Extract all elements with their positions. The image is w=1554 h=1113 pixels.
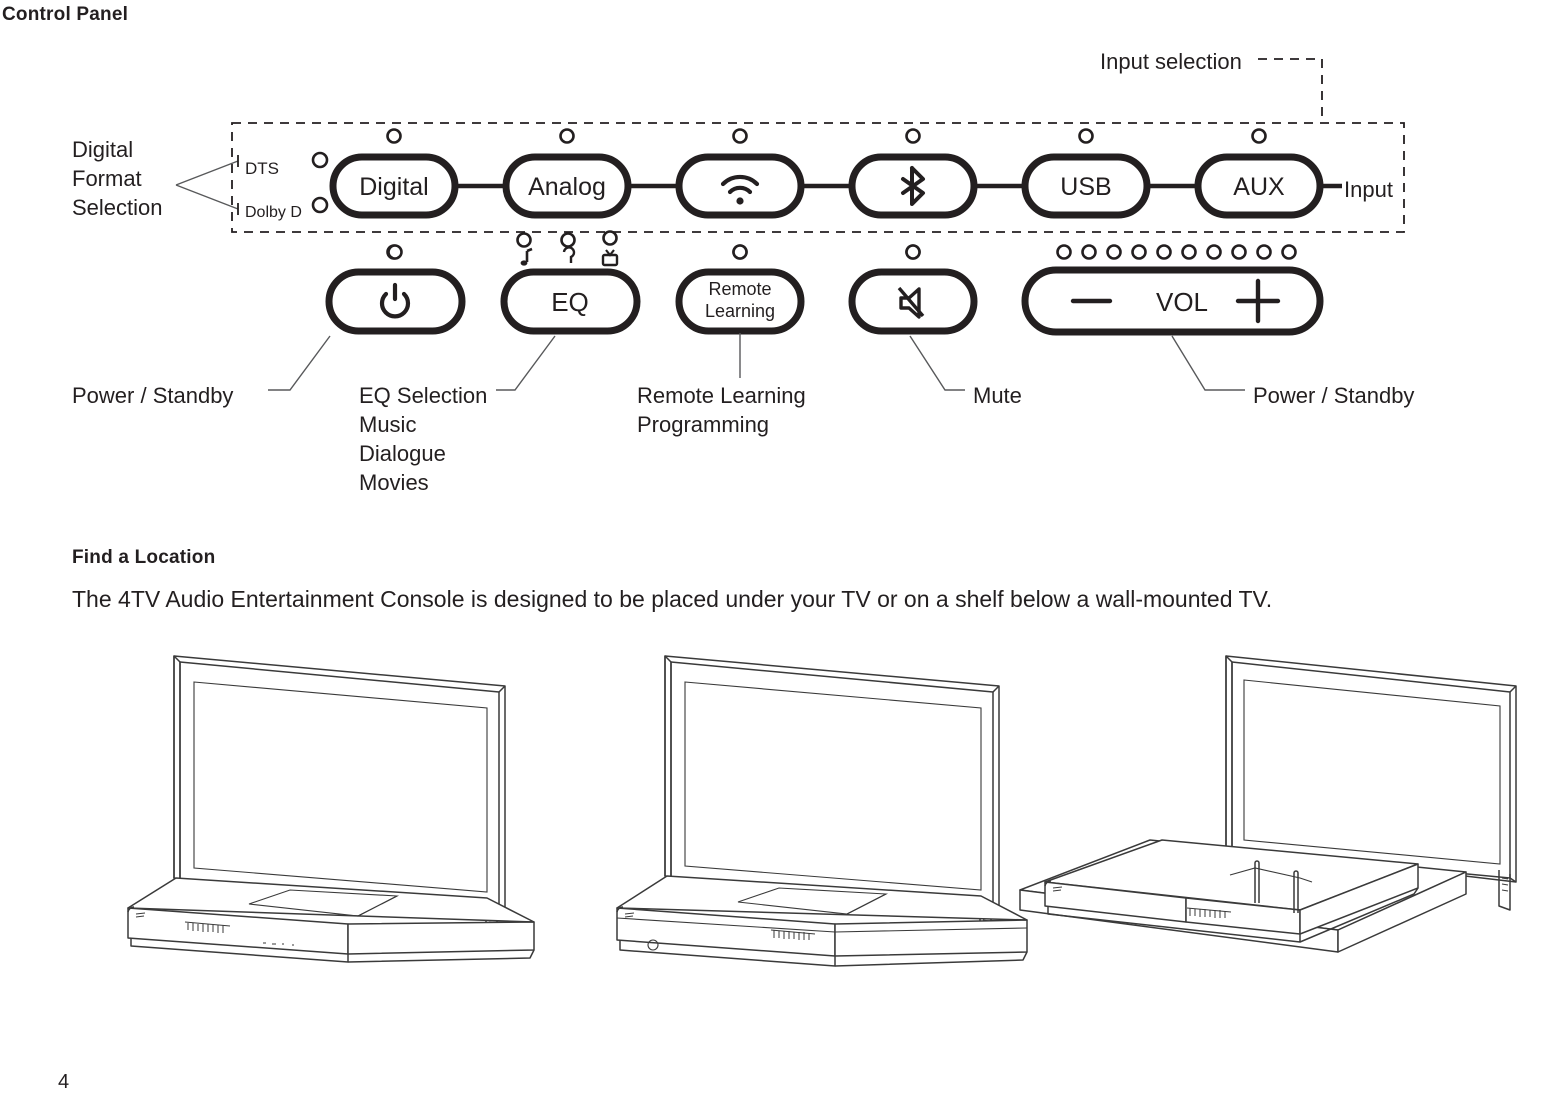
callout-power-standby-right: Power / Standby (1253, 383, 1415, 408)
music-note-icon (520, 247, 533, 266)
analog-led (559, 128, 575, 144)
control-panel-diagram: .btn-outline { fill:#ffffff; stroke:#231… (175, 58, 1405, 391)
page-number: 4 (58, 1071, 70, 1093)
callout-power-standby-left: Power / Standby (72, 383, 234, 408)
mute-button[interactable] (848, 268, 978, 335)
analog-input-button[interactable]: Analog (502, 153, 632, 219)
dts-led (311, 151, 329, 169)
usb-input-button[interactable]: USB (1021, 153, 1151, 219)
svg-text:VOL: VOL (1156, 287, 1208, 317)
input-label: Input (1344, 177, 1393, 202)
dialogue-icon (562, 246, 576, 263)
dialogue-led (560, 232, 576, 248)
callout-eq-selection: EQ Selection Music Dialogue Movies (359, 383, 488, 495)
dolby-d-led (311, 196, 329, 214)
usb-led (1078, 128, 1094, 144)
remote-learning-button[interactable]: Remote Learning (675, 268, 805, 335)
svg-text:Remote: Remote (708, 279, 771, 299)
aux-led (1251, 128, 1267, 144)
mute-led (905, 244, 921, 260)
svg-text:EQ: EQ (551, 287, 589, 317)
eq-indicator-group (516, 230, 619, 267)
illustration-console-front-of-tv (127, 655, 535, 963)
wifi-input-button[interactable] (675, 153, 805, 219)
svg-text:Learning: Learning (705, 301, 775, 321)
illustration-console-shelf-wall-tv (1019, 655, 1517, 953)
find-location-body-text: The 4TV Audio Entertainment Console is d… (72, 586, 1273, 612)
volume-button[interactable]: VOL (1021, 266, 1324, 336)
movies-led (602, 230, 618, 246)
callout-remote-learning: Remote Learning Programming (637, 383, 806, 437)
callout-mute: Mute (973, 383, 1022, 408)
input-selection-label: Input selection (1100, 49, 1242, 74)
bluetooth-led (905, 128, 921, 144)
svg-text:AUX: AUX (1233, 173, 1285, 201)
manual-page: Control Panel .btn-outline { fill:#fffff… (0, 0, 1554, 1113)
tv-icon (601, 249, 619, 267)
power-standby-button[interactable] (325, 268, 466, 335)
eq-button[interactable]: EQ (500, 268, 641, 335)
svg-text:USB: USB (1060, 173, 1111, 201)
svg-text:Digital: Digital (359, 173, 428, 201)
digital-format-selection-label: Digital Format Selection (72, 137, 163, 220)
dolby-d-indicator-label: Dolby D (245, 204, 302, 221)
digital-format-leader (175, 155, 239, 215)
placement-illustrations: .ln { fill:none; stroke:#3a3a3a; stroke-… (127, 655, 1517, 967)
aux-input-button[interactable]: AUX (1194, 153, 1324, 219)
input-selection-leader (1258, 58, 1323, 123)
dts-indicator-label: DTS (245, 159, 279, 178)
music-led (516, 232, 532, 248)
digital-input-button[interactable]: Digital (329, 153, 459, 219)
digital-led (386, 128, 402, 144)
wifi-led (732, 128, 748, 144)
remote-learning-led (732, 244, 748, 260)
bluetooth-input-button[interactable] (848, 153, 978, 219)
illustration-console-under-tv (616, 655, 1028, 967)
power-led (387, 244, 403, 260)
svg-text:Analog: Analog (528, 173, 606, 201)
volume-led-strip (1056, 244, 1297, 260)
find-location-heading: Find a Location (72, 547, 216, 568)
